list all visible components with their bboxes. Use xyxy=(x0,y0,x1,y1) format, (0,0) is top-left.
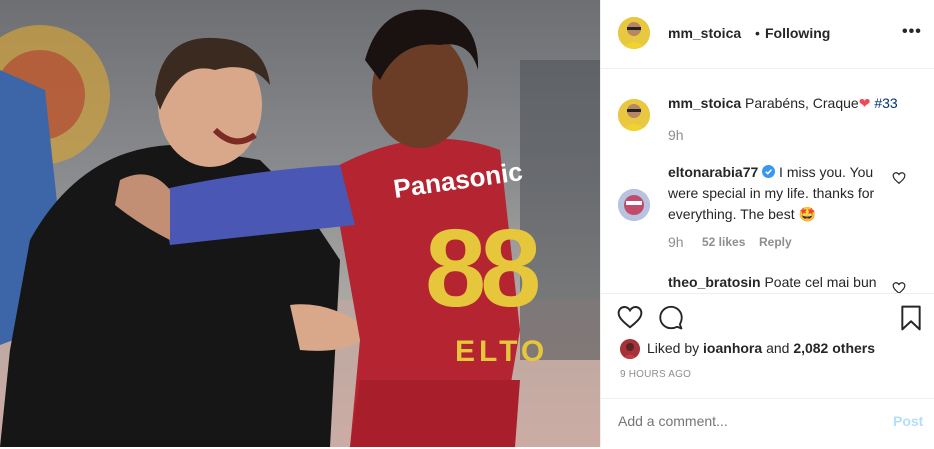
comment-composer: Post xyxy=(601,398,934,449)
liked-by-and: and xyxy=(766,340,790,356)
comment-bubble-icon[interactable] xyxy=(658,305,684,330)
reply-button[interactable]: Reply xyxy=(759,235,792,249)
hashtag-link[interactable]: #33 xyxy=(874,95,897,111)
verified-badge-icon xyxy=(762,165,776,178)
comment-text: Poate cel mai bun xyxy=(764,274,877,290)
post-side-panel: mm_stoica • Following ••• mm_stoica Para… xyxy=(600,0,934,447)
comment-username[interactable]: theo_bratosin xyxy=(668,274,761,290)
avatar[interactable] xyxy=(618,17,650,49)
more-options-icon[interactable]: ••• xyxy=(902,23,922,41)
avatar[interactable] xyxy=(618,189,650,221)
post-comment-button[interactable]: Post xyxy=(893,413,923,429)
liker-avatar[interactable] xyxy=(620,339,640,359)
avatar[interactable] xyxy=(618,99,650,131)
jersey-number: 88 xyxy=(425,207,541,330)
liked-by-user-link[interactable]: ioanhora xyxy=(703,340,762,356)
like-heart-icon[interactable] xyxy=(617,305,643,329)
comment-body: theo_bratosin Poate cel mai bun xyxy=(668,272,893,293)
liked-by-summary: Liked by ioanhora and 2,082 others xyxy=(647,340,875,356)
comment-time[interactable]: 9h xyxy=(668,127,684,143)
comment-username[interactable]: eltonarabia77 xyxy=(668,164,758,180)
post-author-username[interactable]: mm_stoica xyxy=(668,25,741,41)
add-comment-input[interactable] xyxy=(618,413,868,429)
following-button[interactable]: Following xyxy=(765,25,830,41)
comment-likes[interactable]: 52 likes xyxy=(702,235,745,249)
like-comment-heart-icon[interactable] xyxy=(892,171,906,185)
save-bookmark-icon[interactable] xyxy=(900,305,922,331)
comment-text: Parabéns, Craque xyxy=(745,95,859,111)
post-header: mm_stoica • Following ••• xyxy=(601,0,934,69)
comment-time[interactable]: 9h xyxy=(668,234,684,250)
post-actions: Liked by ioanhora and 2,082 others 9 HOU… xyxy=(601,293,934,446)
liked-by-label: Liked by xyxy=(647,340,700,356)
post-timestamp[interactable]: 9 HOURS AGO xyxy=(620,369,691,380)
red-heart-emoji: ❤ xyxy=(858,95,871,111)
comments-list[interactable]: mm_stoica Parabéns, Craque❤ #33 9h elton… xyxy=(601,69,934,293)
comment-body: mm_stoica Parabéns, Craque❤ #33 xyxy=(668,93,918,114)
jersey-name: ELTO xyxy=(455,335,549,368)
separator-dot: • xyxy=(755,25,760,41)
likes-count-link[interactable]: 2,082 others xyxy=(793,340,875,356)
like-comment-heart-icon[interactable] xyxy=(892,281,906,293)
post-photo[interactable]: Panasonic 88 ELTO xyxy=(0,0,600,447)
comment-body: eltonarabia77 I miss you. You were speci… xyxy=(668,162,893,225)
comment-username[interactable]: mm_stoica xyxy=(668,95,741,111)
